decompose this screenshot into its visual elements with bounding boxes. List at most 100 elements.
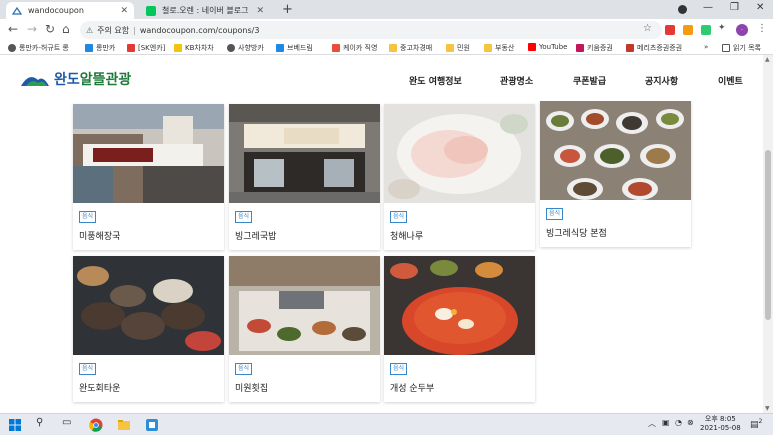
security-warning-text[interactable]: 주의 요함 [97, 25, 129, 36]
logo-wave-icon [21, 77, 49, 86]
forward-icon[interactable]: → [27, 22, 37, 36]
folder-icon [446, 44, 454, 52]
store-card[interactable]: 음식 완도회타운 [73, 256, 224, 402]
browser-menu-icon[interactable]: ⋮ [757, 23, 767, 34]
task-view-icon[interactable]: ▭ [62, 417, 71, 428]
bookmark-folder[interactable]: 중고차경매 [389, 43, 432, 53]
coupon-grid: 음식 미풍해장국 음식 빙그레국밥 음식 청해나루 음식 빙그레식당 본점 음식… [0, 101, 763, 413]
store-name: 미원횟집 [235, 384, 269, 394]
minimize-icon[interactable]: — [703, 2, 713, 13]
tab-title: wandocoupon [28, 6, 84, 15]
extension-orange-icon[interactable] [683, 25, 693, 35]
reload-icon[interactable]: ↻ [45, 22, 55, 36]
notification-icon[interactable]: ▤2 [750, 418, 762, 430]
tab-strip: wandocoupon ✕ 철로.오렌 : 네이버 블로그 ✕ + — ❐ ✕ [0, 0, 773, 19]
reading-list[interactable]: 읽기 목록 [722, 43, 761, 53]
wifi-icon[interactable]: ◔ [675, 418, 682, 427]
bookmark-item[interactable]: 메리츠증권증권 [626, 43, 682, 53]
bookmark-folder[interactable]: 부동산 [484, 43, 514, 53]
tab-title: 철로.오렌 : 네이버 블로그 [162, 6, 249, 15]
store-card[interactable]: 음식 개성 순두부 [384, 256, 535, 402]
nav-coupons[interactable]: 쿠폰발급 [573, 74, 606, 87]
address-bar[interactable]: ⚠ 주의 요함 | wandocoupon.com/coupons/3 [80, 21, 662, 39]
file-explorer-icon[interactable] [117, 418, 131, 432]
close-window-icon[interactable]: ✕ [756, 2, 764, 13]
nav-events[interactable]: 이벤트 [718, 74, 743, 87]
category-badge: 음식 [390, 363, 408, 375]
bookmark-item[interactable]: 롱만카 [85, 43, 115, 53]
tray-chevron-icon[interactable]: ︿ [648, 418, 656, 429]
tab-wandocoupon[interactable]: wandocoupon ✕ [6, 2, 134, 19]
record-icon[interactable] [678, 5, 687, 14]
network-icon[interactable]: ▣ [662, 418, 670, 427]
clock-date: 2021-05-08 [700, 424, 741, 432]
volume-icon[interactable]: ⊗ [687, 418, 694, 427]
extension-abp-icon[interactable] [665, 25, 675, 35]
restore-icon[interactable]: ❐ [730, 2, 739, 13]
store-card[interactable]: 음식 미풍해장국 [73, 104, 224, 250]
windows-taskbar: ⚲ ▭ ︿ ▣ ◔ ⊗ 오후 8:05 2021-05-08 ▤2 [0, 413, 773, 435]
bookmark-star-icon[interactable]: ☆ [643, 23, 652, 34]
chrome-icon[interactable] [89, 418, 103, 432]
store-name: 청해나루 [390, 232, 424, 242]
nav-notices[interactable]: 공지사항 [645, 74, 678, 87]
globe-icon [8, 44, 16, 52]
category-badge: 음식 [235, 211, 253, 223]
naver-blog-favicon-icon [146, 5, 156, 16]
tab-close-icon[interactable]: ✕ [256, 6, 264, 16]
store-photo [73, 104, 224, 203]
bookmark-item[interactable]: 키움증권 [576, 43, 613, 53]
bookmark-folder[interactable]: 민원 [446, 43, 470, 53]
nav-attractions[interactable]: 관광명소 [500, 74, 533, 87]
store-card[interactable]: 음식 청해나루 [384, 104, 535, 250]
extensions-puzzle-icon[interactable]: ✦ [718, 23, 728, 33]
search-icon[interactable]: ⚲ [36, 417, 43, 428]
reading-list-icon [722, 44, 730, 52]
windows-start-icon[interactable] [8, 418, 22, 432]
store-photo [540, 101, 691, 200]
folder-icon [389, 44, 397, 52]
logo-text-part2: 알뜰관광 [79, 72, 132, 88]
system-clock[interactable]: 오후 8:05 2021-05-08 [700, 415, 741, 433]
home-icon[interactable]: ⌂ [62, 22, 70, 36]
scroll-down-icon[interactable]: ▼ [765, 405, 770, 412]
bookmark-item[interactable]: 브베드림 [276, 43, 313, 53]
store-name: 완도회타운 [79, 384, 121, 394]
url-text[interactable]: wandocoupon.com/coupons/3 [140, 26, 260, 35]
clock-time: 오후 8:05 [704, 415, 736, 423]
store-name: 미풍해장국 [79, 232, 121, 242]
site-favicon-icon [12, 6, 22, 15]
site-logo[interactable]: 완도알뜰관광 [20, 69, 131, 89]
nav-travel-info[interactable]: 완도 여행정보 [409, 74, 462, 87]
bookmark-item[interactable]: 롱만카-허규트 롱 [8, 43, 69, 53]
bookmarks-overflow[interactable]: » [704, 43, 708, 51]
app-icon[interactable] [145, 418, 159, 432]
bookmarks-bar: 롱만카-허규트 롱 롱만카 [SK엔카] KB차차차 사향방카 브베드림 케이카… [0, 41, 773, 55]
bookmark-favicon-icon [576, 44, 584, 52]
store-name: 빙그레국밥 [235, 232, 277, 242]
category-badge: 음식 [235, 363, 253, 375]
bookmark-item[interactable]: KB차차차 [174, 43, 214, 53]
store-card[interactable]: 음식 빙그레식당 본점 [540, 101, 691, 247]
bookmark-favicon-icon [332, 44, 340, 52]
page-scrollbar[interactable]: ▲ ▼ [763, 55, 773, 413]
store-card[interactable]: 음식 빙그레국밥 [229, 104, 380, 250]
warning-icon[interactable]: ⚠ [86, 26, 93, 35]
extension-green-icon[interactable] [701, 25, 711, 35]
tab-naver-blog[interactable]: 철로.오렌 : 네이버 블로그 ✕ [140, 2, 270, 19]
profile-avatar[interactable]: · [736, 24, 748, 36]
logo-text-part1: 완도 [54, 72, 80, 88]
store-photo [229, 256, 380, 355]
bookmark-item[interactable]: [SK엔카] [127, 43, 165, 53]
category-badge: 음식 [79, 363, 97, 375]
new-tab-icon[interactable]: + [282, 2, 293, 17]
bookmark-item[interactable]: 사향방카 [227, 43, 264, 53]
store-card[interactable]: 음식 미원횟집 [229, 256, 380, 402]
bookmark-favicon-icon [276, 44, 284, 52]
tab-close-icon[interactable]: ✕ [120, 6, 128, 16]
back-icon[interactable]: ← [8, 22, 18, 36]
scroll-up-icon[interactable]: ▲ [765, 56, 770, 63]
scroll-thumb[interactable] [765, 150, 771, 320]
bookmark-item[interactable]: YouTube [528, 43, 567, 51]
bookmark-item[interactable]: 케이카 직영 [332, 43, 377, 53]
